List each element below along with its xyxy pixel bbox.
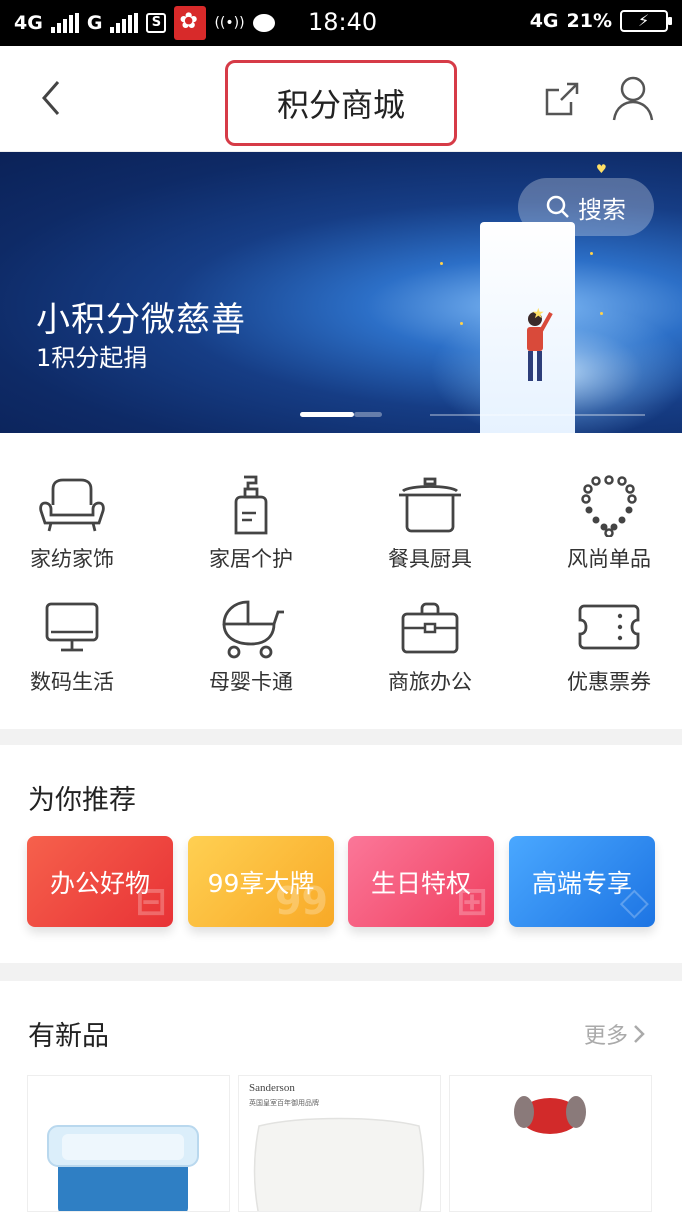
section-divider bbox=[0, 963, 682, 981]
stroller-icon bbox=[222, 600, 284, 659]
necklace-icon bbox=[581, 475, 637, 537]
product-image-pillow bbox=[253, 1117, 425, 1211]
rec-card-label: 高端专享 bbox=[531, 868, 632, 898]
sparkle-decoration bbox=[600, 312, 603, 315]
search-label: 搜索 bbox=[578, 195, 626, 224]
ticket-icon bbox=[578, 604, 640, 650]
category-item-digital[interactable]: 数码生活 bbox=[7, 598, 137, 708]
rec-card-label: 办公好物 bbox=[49, 868, 150, 898]
app-notification-icon bbox=[174, 6, 207, 40]
section-divider bbox=[0, 729, 682, 745]
sparkle-decoration bbox=[590, 252, 593, 255]
recommend-title: 为你推荐 bbox=[26, 778, 148, 817]
product-image-lunchbox bbox=[47, 1125, 199, 1211]
category-label: 餐具厨具 bbox=[388, 547, 472, 571]
category-item-home-textiles[interactable]: 家纺家饰 bbox=[7, 475, 137, 585]
product-image-toy bbox=[500, 1096, 651, 1211]
category-item-coupons[interactable]: 优惠票券 bbox=[544, 598, 674, 708]
sofa-icon bbox=[39, 478, 105, 532]
sim-icon: S bbox=[146, 13, 167, 33]
star-decoration: ★ bbox=[532, 306, 545, 322]
monitor-icon bbox=[45, 602, 99, 652]
clock: 18:40 bbox=[308, 8, 378, 36]
product-card-toy[interactable] bbox=[449, 1075, 652, 1212]
banner-subtitle: 1积分起捐 bbox=[36, 344, 148, 372]
header: 积分商城 bbox=[0, 46, 682, 152]
network-label: 4G bbox=[14, 12, 43, 34]
battery-icon: ⚡ bbox=[620, 10, 672, 32]
category-label: 优惠票券 bbox=[567, 670, 651, 694]
sparkle-decoration bbox=[460, 322, 463, 325]
category-grid: 家纺家饰 家居个护 餐具厨具 风尚单品 数码生活 母婴卡通 商旅办公 优惠票券 bbox=[0, 433, 682, 729]
rec-card-office[interactable]: 办公好物 ⊟ bbox=[27, 836, 173, 927]
back-button[interactable] bbox=[34, 76, 70, 120]
banner-horizon bbox=[430, 414, 645, 416]
page-title: 积分商城 bbox=[225, 60, 457, 146]
rec-card-premium[interactable]: 高端专享 ◇ bbox=[509, 836, 655, 927]
chevron-left-icon bbox=[42, 81, 60, 115]
new-products-title-text: 有新品 bbox=[28, 1021, 109, 1052]
network-label-2: G bbox=[86, 12, 103, 34]
chat-icon bbox=[252, 14, 275, 32]
briefcase-icon bbox=[401, 602, 459, 654]
carousel-indicator bbox=[300, 412, 382, 417]
share-button[interactable] bbox=[541, 78, 583, 120]
more-link[interactable]: 更多 bbox=[584, 1018, 646, 1050]
carousel-dot-active[interactable] bbox=[300, 412, 354, 417]
rec-card-label: 99享大牌 bbox=[207, 868, 315, 898]
search-button[interactable]: 搜索 bbox=[518, 178, 654, 236]
rec-card-brands[interactable]: 99享大牌 99 bbox=[188, 836, 334, 927]
category-item-personal-care[interactable]: 家居个护 bbox=[186, 475, 316, 585]
product-card-pillow[interactable]: Sanderson 英国皇室百年御用品牌 bbox=[238, 1075, 441, 1212]
user-icon bbox=[612, 76, 654, 121]
lotion-bottle-icon bbox=[234, 475, 268, 535]
promo-banner[interactable]: ★ ♥ 小积分微慈善 1积分起捐 搜索 bbox=[0, 152, 682, 433]
new-products-title: 有新品 bbox=[26, 1014, 148, 1053]
recommend-title-text: 为你推荐 bbox=[28, 785, 136, 816]
heart-decoration: ♥ bbox=[596, 162, 607, 176]
category-item-kitchenware[interactable]: 餐具厨具 bbox=[365, 475, 495, 585]
category-label: 家纺家饰 bbox=[30, 547, 114, 571]
banner-title: 小积分微慈善 bbox=[36, 300, 246, 340]
signal-icon bbox=[50, 13, 79, 33]
category-label: 家居个护 bbox=[209, 547, 293, 571]
network-label-3: 4G bbox=[529, 10, 559, 32]
category-item-business-travel[interactable]: 商旅办公 bbox=[365, 598, 495, 708]
carousel-dot[interactable] bbox=[354, 412, 382, 417]
chevron-right-icon bbox=[634, 1025, 645, 1043]
category-label: 风尚单品 bbox=[567, 547, 651, 571]
hotspot-icon: ((•)) bbox=[214, 15, 245, 31]
pot-icon bbox=[399, 477, 461, 533]
battery-percent: 21% bbox=[566, 10, 612, 32]
product-card-container[interactable] bbox=[27, 1075, 230, 1212]
share-icon bbox=[545, 82, 579, 116]
rec-card-birthday[interactable]: 生日特权 ⊞ bbox=[348, 836, 494, 927]
category-label: 商旅办公 bbox=[388, 670, 472, 694]
user-button[interactable] bbox=[610, 74, 656, 124]
category-item-baby[interactable]: 母婴卡通 bbox=[186, 598, 316, 708]
category-label: 数码生活 bbox=[30, 670, 114, 694]
category-label: 母婴卡通 bbox=[209, 670, 293, 694]
more-label: 更多 bbox=[584, 1024, 629, 1049]
signal-icon-2 bbox=[110, 13, 139, 33]
sparkle-decoration bbox=[440, 262, 443, 265]
rec-card-label: 生日特权 bbox=[370, 868, 471, 898]
search-icon bbox=[546, 195, 569, 218]
category-item-fashion[interactable]: 风尚单品 bbox=[544, 475, 674, 585]
status-bar: 4G G S ((•)) 18:40 4G 21% ⚡ bbox=[0, 0, 682, 46]
